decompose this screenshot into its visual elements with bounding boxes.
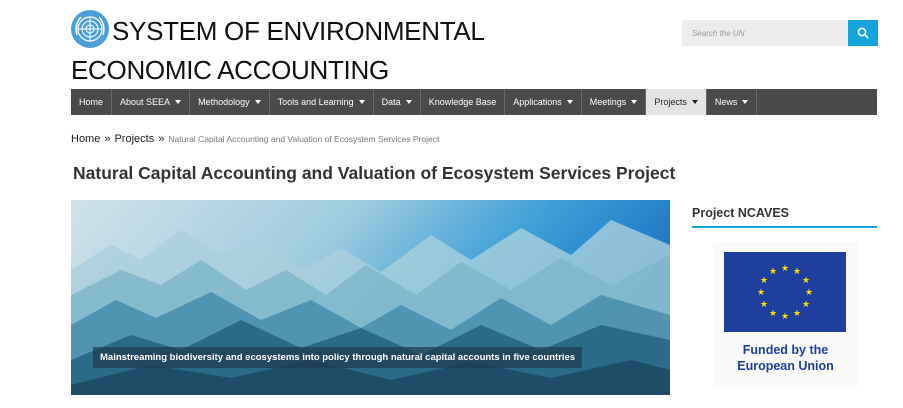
chevron-down-icon	[254, 100, 261, 104]
eu-funding-line-1: Funded by the	[742, 343, 829, 357]
nav-item-data[interactable]: Data	[374, 89, 421, 115]
sidebar-divider	[692, 226, 877, 228]
svg-text:★: ★	[802, 276, 810, 286]
svg-text:★: ★	[760, 300, 768, 310]
nav-item-methodology[interactable]: Methodology	[190, 89, 270, 115]
svg-text:★: ★	[781, 312, 789, 322]
nav-item-knowledge-base[interactable]: Knowledge Base	[421, 89, 506, 115]
chevron-down-icon	[405, 100, 412, 104]
nav-item-meetings[interactable]: Meetings	[582, 89, 647, 115]
main-nav: Home About SEEA Methodology Tools and Le…	[71, 89, 877, 115]
site-title[interactable]: SYSTEM OF ENVIRONMENTAL ECONOMIC ACCOUNT…	[71, 12, 631, 90]
svg-text:★: ★	[769, 309, 777, 319]
svg-text:★: ★	[760, 276, 768, 286]
svg-text:★: ★	[757, 288, 765, 298]
nav-item-home[interactable]: Home	[71, 89, 113, 115]
svg-text:★: ★	[802, 300, 810, 310]
search-icon	[857, 27, 869, 39]
breadcrumb-home-link[interactable]: Home	[71, 133, 100, 145]
nav-item-about-seea[interactable]: About SEEA	[112, 89, 191, 115]
nav-item-projects[interactable]: Projects	[646, 89, 707, 115]
search-bar	[682, 20, 878, 46]
nav-item-applications[interactable]: Applications	[505, 89, 582, 115]
svg-text:★: ★	[793, 309, 801, 319]
chevron-down-icon	[691, 100, 698, 104]
eu-flag-icon: ★ ★ ★ ★ ★ ★ ★ ★ ★ ★ ★ ★	[724, 252, 846, 332]
svg-text:★: ★	[793, 267, 801, 277]
page-title: Natural Capital Accounting and Valuation…	[73, 163, 676, 183]
nav-item-news[interactable]: News	[707, 89, 758, 115]
breadcrumb: Home» Projects» Natural Capital Accounting…	[71, 133, 439, 145]
breadcrumb-separator: »	[158, 133, 165, 145]
nav-item-tools-and-learning[interactable]: Tools and Learning	[270, 89, 374, 115]
chevron-down-icon	[742, 100, 749, 104]
svg-text:★: ★	[769, 267, 777, 277]
hero-caption: Mainstreaming biodiversity and ecosystem…	[93, 347, 583, 368]
search-button[interactable]	[848, 20, 878, 46]
svg-text:★: ★	[805, 288, 813, 298]
eu-funding-text: Funded by the European Union	[713, 342, 858, 374]
chevron-down-icon	[566, 100, 573, 104]
search-input[interactable]	[682, 20, 848, 46]
sidebar-title: Project NCAVES	[692, 206, 790, 220]
svg-text:★: ★	[781, 264, 789, 274]
breadcrumb-projects-link[interactable]: Projects	[114, 133, 154, 145]
breadcrumb-current: Natural Capital Accounting and Valuation…	[168, 134, 440, 144]
breadcrumb-separator: »	[104, 133, 111, 145]
chevron-down-icon	[358, 100, 365, 104]
chevron-down-icon	[175, 100, 182, 104]
eu-funding-banner[interactable]: ★ ★ ★ ★ ★ ★ ★ ★ ★ ★ ★ ★ Funded by the Eu…	[713, 242, 858, 387]
eu-funding-line-2: European Union	[737, 359, 834, 373]
chevron-down-icon	[631, 100, 638, 104]
